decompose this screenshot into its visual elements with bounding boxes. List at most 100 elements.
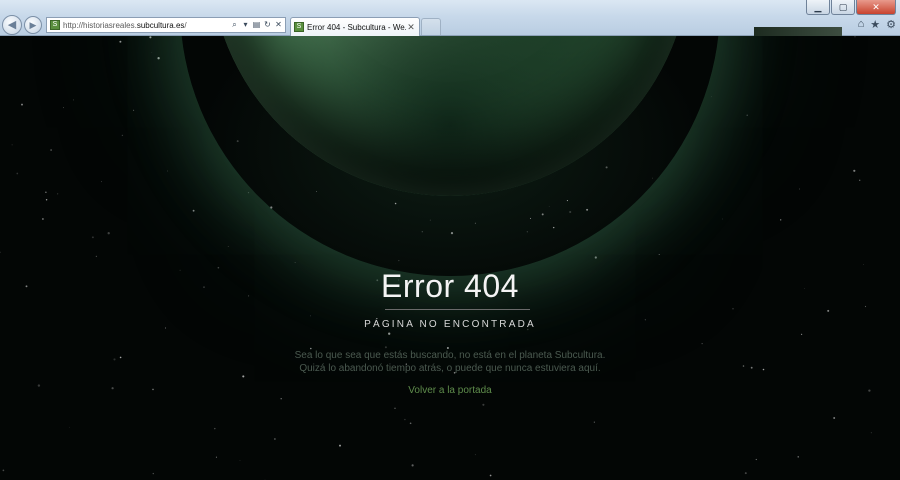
- home-link-row: Volver a la portada: [0, 385, 900, 396]
- star: [50, 149, 52, 151]
- star: [133, 109, 135, 111]
- star: [91, 236, 94, 239]
- back-arrow-icon: ◀: [7, 19, 17, 31]
- star: [594, 256, 597, 259]
- star: [107, 232, 110, 235]
- browser-chrome: ▁ ▢ ✕ ◀ ▶ S http://historiasreales.subcu…: [0, 0, 900, 36]
- star: [63, 107, 64, 109]
- star: [192, 209, 195, 212]
- star: [864, 305, 867, 308]
- star: [404, 418, 406, 421]
- star: [242, 375, 245, 378]
- star: [41, 218, 44, 220]
- star: [0, 251, 1, 254]
- star: [16, 172, 19, 175]
- maximize-button[interactable]: ▢: [831, 0, 855, 15]
- star: [215, 456, 217, 458]
- home-icon[interactable]: ⌂: [858, 18, 865, 31]
- star: [797, 456, 799, 458]
- star: [151, 52, 153, 53]
- star: [593, 421, 595, 423]
- star: [859, 179, 861, 181]
- star: [870, 432, 872, 434]
- star: [800, 333, 803, 336]
- star: [11, 144, 13, 146]
- star: [101, 181, 102, 183]
- forward-button[interactable]: ▶: [24, 16, 42, 34]
- title-divider: [385, 309, 530, 310]
- page-viewport: Error 404 PÁGINA NO ENCONTRADA Sea lo qu…: [0, 36, 900, 480]
- gear-icon[interactable]: ⚙: [886, 18, 896, 31]
- star: [21, 103, 23, 106]
- star: [746, 114, 748, 116]
- tab-title: Error 404 - Subcultura - We...: [307, 22, 406, 32]
- url-prefix: http://historiasreales.: [63, 20, 137, 30]
- star: [45, 191, 47, 193]
- back-button[interactable]: ◀: [2, 15, 22, 35]
- star: [310, 315, 311, 317]
- star: [394, 407, 396, 410]
- error-message-line-2: Quizá lo abandonó tiempo atrás, o puede …: [299, 363, 601, 374]
- refresh-icon[interactable]: ↻: [263, 20, 272, 30]
- address-bar-icons: ⌕ ▾ ▤ ↻ ✕: [230, 20, 285, 30]
- star: [227, 246, 229, 247]
- site-favicon-icon: S: [50, 20, 60, 30]
- page-subtitle: PÁGINA NO ENCONTRADA: [364, 319, 536, 330]
- close-window-button[interactable]: ✕: [856, 0, 896, 15]
- star: [2, 469, 5, 472]
- star: [827, 309, 830, 312]
- url-suffix: /: [184, 20, 187, 30]
- star: [157, 57, 160, 60]
- page-title: Error 404: [381, 268, 519, 304]
- star: [294, 262, 296, 263]
- star: [780, 219, 782, 221]
- star: [149, 36, 152, 39]
- star: [411, 464, 414, 467]
- toolbar-strip: [754, 27, 842, 36]
- tab-favicon-icon: S: [294, 22, 304, 32]
- star: [214, 427, 216, 430]
- star: [45, 199, 48, 201]
- minimize-button[interactable]: ▁: [806, 0, 830, 15]
- address-bar[interactable]: S http://historiasreales.subcultura.es/ …: [46, 17, 286, 33]
- compatibility-icon[interactable]: ▤: [252, 20, 261, 30]
- browser-toolbar-icons: ⌂ ★ ⚙: [858, 18, 896, 31]
- url-text[interactable]: http://historiasreales.subcultura.es/: [63, 21, 230, 30]
- star: [280, 397, 282, 400]
- star: [474, 454, 476, 456]
- star: [247, 192, 250, 194]
- star: [658, 253, 660, 256]
- new-tab-button[interactable]: [421, 18, 441, 35]
- tab-close-icon[interactable]: ✕: [406, 22, 416, 33]
- star: [482, 403, 485, 406]
- star: [798, 188, 801, 190]
- star: [239, 460, 241, 462]
- star: [711, 96, 712, 98]
- star: [274, 438, 276, 440]
- star: [409, 422, 412, 425]
- star: [853, 169, 856, 172]
- search-icon[interactable]: ⌕: [230, 20, 239, 30]
- star: [489, 474, 492, 477]
- star: [701, 343, 703, 345]
- star: [755, 458, 757, 461]
- star: [732, 307, 734, 310]
- forward-arrow-icon: ▶: [29, 20, 37, 30]
- stop-icon[interactable]: ✕: [274, 20, 283, 30]
- back-to-home-link[interactable]: Volver a la portada: [408, 385, 491, 396]
- star: [95, 255, 98, 258]
- star: [69, 426, 70, 428]
- star: [339, 444, 341, 447]
- star: [722, 218, 723, 220]
- star: [833, 417, 836, 419]
- dropdown-arrow-icon[interactable]: ▾: [241, 20, 250, 30]
- star: [152, 472, 154, 475]
- star: [73, 99, 74, 101]
- tab-active[interactable]: S Error 404 - Subcultura - We... ✕: [290, 17, 420, 36]
- star-icon[interactable]: ★: [870, 18, 880, 31]
- star: [121, 134, 124, 137]
- star: [119, 40, 122, 43]
- star: [863, 264, 864, 265]
- star: [384, 346, 387, 349]
- star: [744, 472, 747, 475]
